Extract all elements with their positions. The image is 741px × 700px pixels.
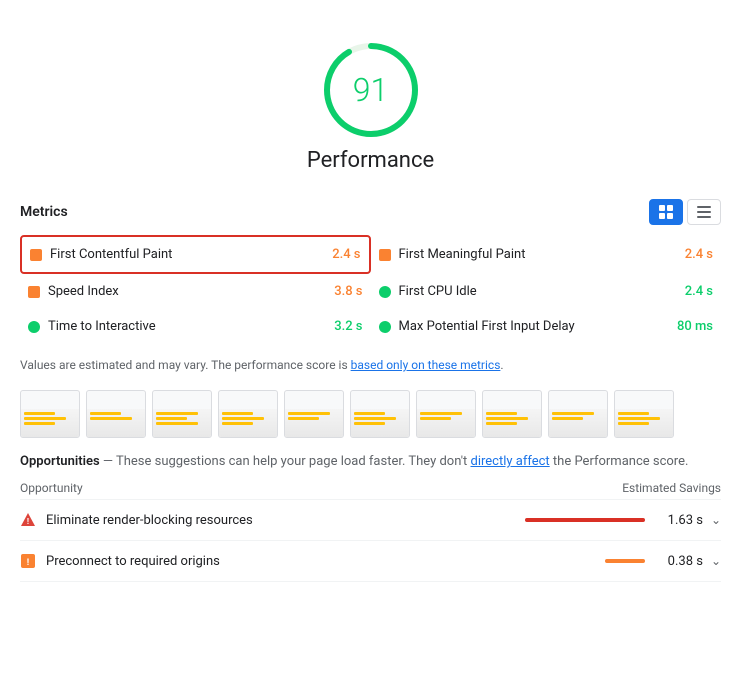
metric-dot	[30, 249, 42, 261]
thumbnail-3[interactable]	[152, 390, 212, 438]
metric-value: 3.2 s	[334, 319, 362, 334]
metric-speed-index: Speed Index 3.8 s	[20, 274, 371, 309]
opportunity-bar-section: 0.38 s ⌄	[605, 554, 721, 569]
metrics-header: Metrics	[20, 199, 721, 225]
thumbnail-5[interactable]	[284, 390, 344, 438]
thumbnail-1[interactable]	[20, 390, 80, 438]
opportunity-bar-section: 1.63 s ⌄	[525, 513, 721, 528]
metric-first-cpu-idle: First CPU Idle 2.4 s	[371, 274, 722, 309]
metric-dot	[379, 286, 391, 298]
svg-text:!: !	[27, 558, 29, 568]
metric-value: 80 ms	[677, 319, 713, 334]
metric-dot	[379, 249, 391, 261]
score-section: 91 Performance	[20, 20, 721, 183]
score-circle: 91	[321, 40, 421, 140]
chevron-down-icon[interactable]: ⌄	[711, 513, 721, 527]
view-toggle	[649, 199, 721, 225]
metrics-title: Metrics	[20, 204, 68, 220]
metric-value: 3.8 s	[334, 284, 362, 299]
performance-label: Performance	[307, 148, 434, 173]
square-warning-icon: !	[20, 553, 36, 569]
metric-value: 2.4 s	[685, 247, 713, 262]
metric-dot	[28, 321, 40, 333]
metric-value: 2.4 s	[332, 247, 360, 262]
opportunity-name: Preconnect to required origins	[46, 554, 595, 569]
metrics-section: Metrics First Conte	[20, 199, 721, 374]
thumbnail-7[interactable]	[416, 390, 476, 438]
opportunity-bar	[605, 559, 645, 563]
col-opportunity: Opportunity	[20, 481, 83, 495]
metric-time-to-interactive: Time to Interactive 3.2 s	[20, 309, 371, 344]
thumbnail-10[interactable]	[614, 390, 674, 438]
col-savings: Estimated Savings	[622, 481, 721, 495]
grid-view-button[interactable]	[649, 199, 683, 225]
opportunity-preconnect[interactable]: ! Preconnect to required origins 0.38 s …	[20, 541, 721, 582]
chevron-down-icon[interactable]: ⌄	[711, 554, 721, 568]
opportunity-bar	[525, 518, 645, 522]
metric-value: 2.4 s	[685, 284, 713, 299]
thumbnail-6[interactable]	[350, 390, 410, 438]
opportunities-table-header: Opportunity Estimated Savings	[20, 473, 721, 500]
metric-name: Time to Interactive	[48, 319, 326, 334]
thumbnails-section	[20, 390, 721, 438]
metric-max-potential-fid: Max Potential First Input Delay 80 ms	[371, 309, 722, 344]
opportunities-link[interactable]: directly affect	[471, 454, 550, 469]
opportunity-value: 0.38 s	[653, 554, 703, 569]
metrics-grid: First Contentful Paint 2.4 s First Meani…	[20, 235, 721, 344]
opportunity-eliminate-render-blocking[interactable]: ! Eliminate render-blocking resources 1.…	[20, 500, 721, 541]
opportunity-name: Eliminate render-blocking resources	[46, 513, 515, 528]
metric-dot	[379, 321, 391, 333]
thumbnail-4[interactable]	[218, 390, 278, 438]
opportunities-header: Opportunities — These suggestions can he…	[20, 454, 721, 469]
metrics-note: Values are estimated and may vary. The p…	[20, 356, 721, 374]
thumbnail-9[interactable]	[548, 390, 608, 438]
list-view-button[interactable]	[687, 199, 721, 225]
metric-dot	[28, 286, 40, 298]
thumbnail-2[interactable]	[86, 390, 146, 438]
opportunity-value: 1.63 s	[653, 513, 703, 528]
metric-name: First Contentful Paint	[50, 247, 324, 262]
metric-name: First CPU Idle	[399, 284, 677, 299]
opportunities-title: Opportunities	[20, 454, 100, 469]
warning-triangle-icon: !	[20, 512, 36, 528]
metrics-link[interactable]: based only on these metrics	[351, 358, 501, 372]
metric-first-contentful-paint: First Contentful Paint 2.4 s	[20, 235, 371, 274]
svg-text:!: !	[27, 517, 29, 526]
metric-first-meaningful-paint: First Meaningful Paint 2.4 s	[371, 235, 722, 274]
metric-name: First Meaningful Paint	[399, 247, 677, 262]
metric-name: Speed Index	[48, 284, 326, 299]
opportunities-section: Opportunities — These suggestions can he…	[20, 454, 721, 582]
metric-name: Max Potential First Input Delay	[399, 319, 669, 334]
thumbnail-8[interactable]	[482, 390, 542, 438]
score-value: 91	[353, 71, 389, 109]
